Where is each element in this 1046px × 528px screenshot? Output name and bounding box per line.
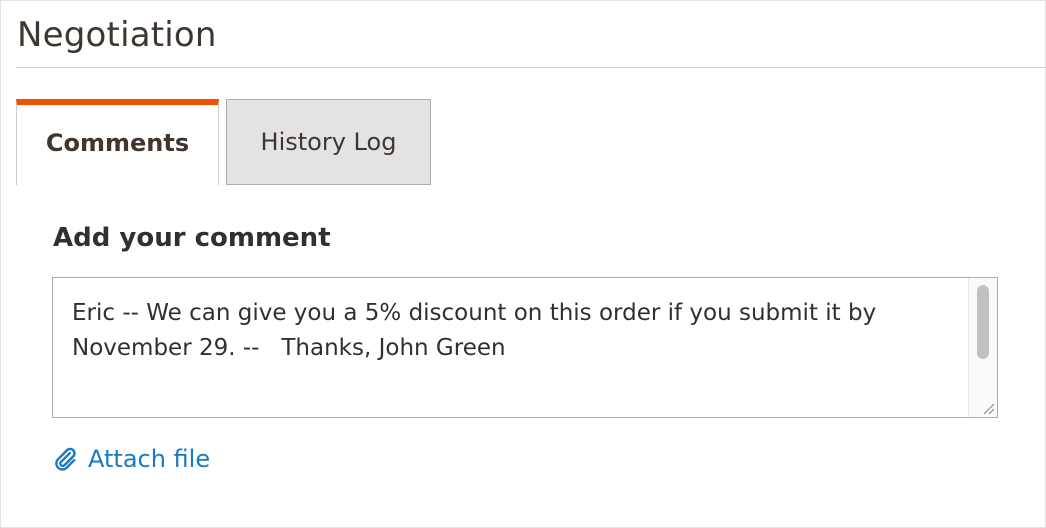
paperclip-icon bbox=[55, 447, 76, 471]
negotiation-panel: Negotiation Comments History Log Add you… bbox=[0, 0, 1046, 528]
section-title: Negotiation bbox=[17, 15, 217, 55]
comment-heading: Add your comment bbox=[53, 223, 331, 253]
tab-history-log[interactable]: History Log bbox=[226, 99, 431, 185]
resize-grip-icon[interactable] bbox=[981, 401, 995, 415]
comment-textarea[interactable]: Eric -- We can give you a 5% discount on… bbox=[52, 277, 998, 418]
attach-file-label[interactable]: Attach file bbox=[88, 445, 210, 473]
tab-comments-label: Comments bbox=[45, 129, 190, 157]
attach-file-link[interactable]: Attach file bbox=[52, 445, 210, 473]
comment-scrollbar[interactable] bbox=[968, 278, 997, 417]
tab-history-log-label: History Log bbox=[260, 128, 397, 156]
title-divider bbox=[16, 67, 1046, 68]
scrollbar-thumb[interactable] bbox=[977, 285, 989, 359]
tab-comments[interactable]: Comments bbox=[16, 99, 219, 185]
comment-text[interactable]: Eric -- We can give you a 5% discount on… bbox=[72, 296, 952, 366]
